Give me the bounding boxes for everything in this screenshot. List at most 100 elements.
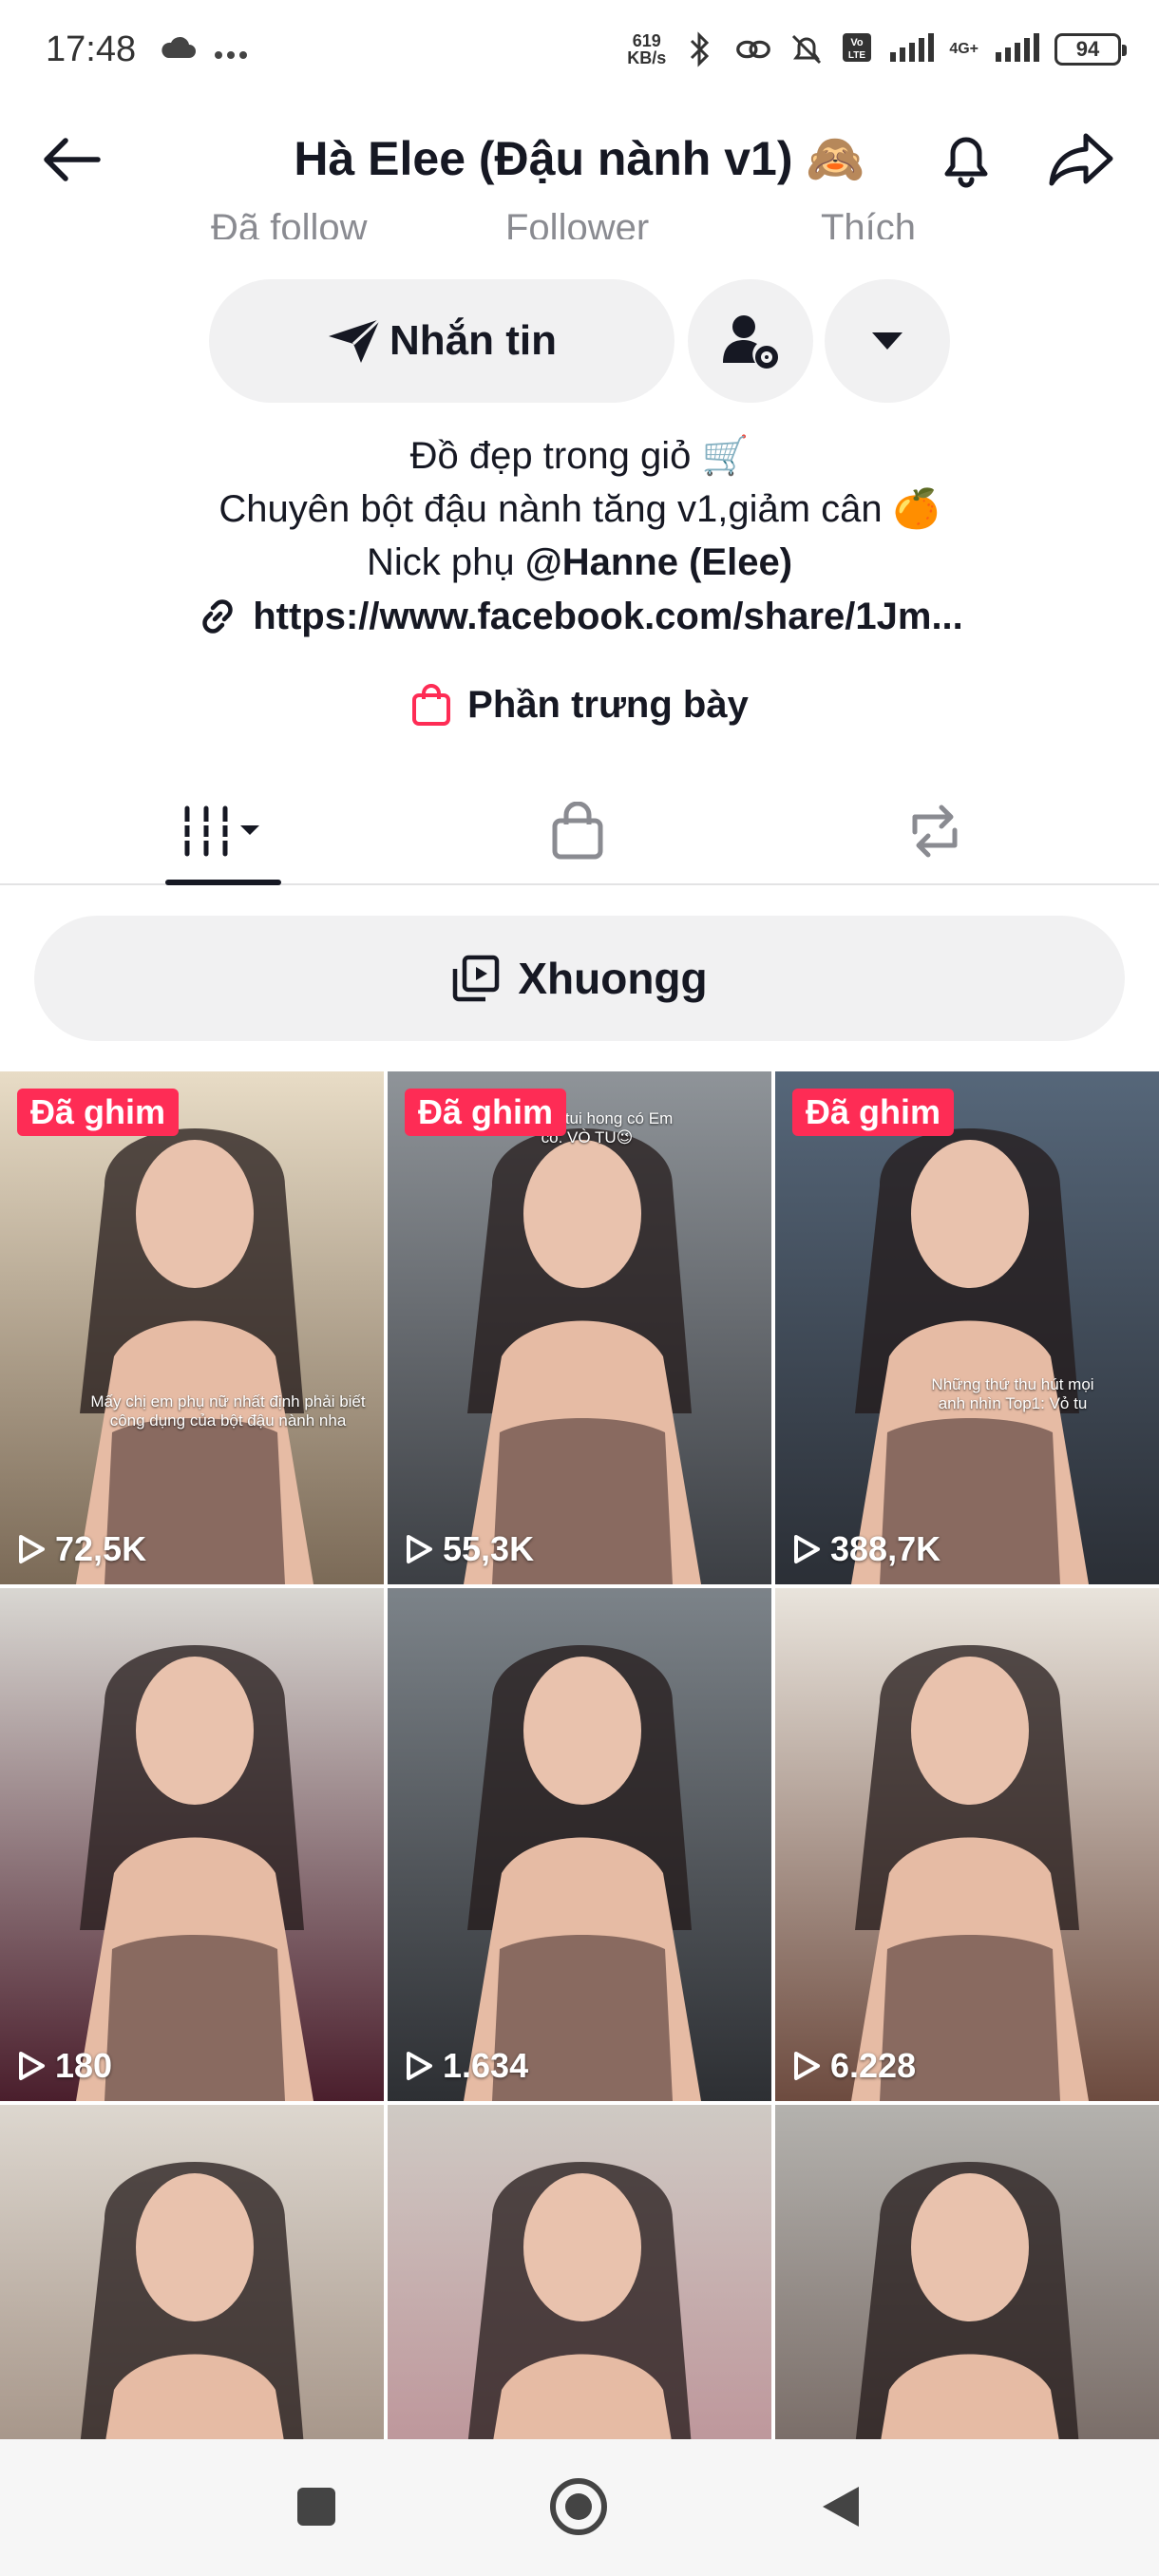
status-time: 17:48 — [46, 28, 137, 69]
play-icon — [794, 1535, 820, 1563]
home-circle-icon — [550, 2478, 607, 2535]
play-icon — [19, 2052, 45, 2080]
play-icon — [794, 2052, 820, 2080]
recents-button[interactable] — [283, 2473, 350, 2540]
view-count: 388,7K — [792, 1529, 940, 1569]
playlist-icon — [453, 955, 500, 1002]
repost-icon — [912, 805, 958, 858]
view-count: 180 — [17, 2046, 112, 2086]
message-button[interactable]: Nhắn tin — [209, 279, 674, 403]
video-caption: Mấy chị em phụ nữ nhất định phải biết cô… — [90, 1392, 366, 1430]
profile-tabs — [0, 779, 1159, 885]
tab-reposts[interactable] — [840, 779, 1030, 883]
bio-line-1: Đồ đẹp trong giỏ 🛒 — [409, 435, 750, 477]
person-silhouette — [855, 2162, 1079, 2439]
shopping-bag-icon — [552, 802, 603, 860]
video-tile[interactable]: Ai gì mà tui hong có Em có: VÒ TU😉 Đã ghi… — [388, 1071, 771, 1584]
system-navigation-bar — [0, 2439, 1159, 2576]
pinned-badge: Đã ghim — [792, 1089, 955, 1136]
profile-link[interactable]: https://www.facebook.com/share/1Jm... — [0, 595, 1159, 638]
view-count-text: 6.228 — [830, 2046, 917, 2085]
system-back-button[interactable] — [808, 2473, 874, 2540]
person-silhouette — [464, 1128, 701, 1584]
link-icon — [202, 599, 233, 634]
pinned-badge: Đã ghim — [405, 1089, 567, 1136]
share-arrow-icon — [1049, 133, 1113, 186]
battery-indicator: 94 — [1054, 33, 1127, 66]
person-silhouette — [76, 1128, 314, 1584]
home-button[interactable] — [545, 2473, 612, 2540]
video-tile[interactable]: Những thứ thu hút mọi anh nhìn Top1: Vỏ … — [775, 1071, 1159, 1584]
grid-icon — [181, 805, 259, 857]
person-silhouette — [851, 1128, 1089, 1584]
caret-down-icon — [872, 332, 902, 350]
user-settings-button[interactable] — [688, 279, 813, 403]
signal-icon-2 — [994, 32, 1039, 66]
video-tile[interactable]: 1.634 — [388, 1588, 771, 2101]
bio-line-3: Nick phụ @Hanne (Elee) — [366, 541, 793, 583]
tab-shop[interactable] — [483, 779, 673, 883]
bell-off-icon — [788, 30, 826, 68]
followers-label: Follower — [505, 211, 650, 239]
square-icon — [297, 2488, 335, 2526]
showcase-link[interactable]: Phần trưng bày — [0, 682, 1159, 728]
more-notifications-icon — [214, 31, 248, 68]
view-count: 55,3K — [405, 1529, 534, 1569]
video-grid: Mấy chị em phụ nữ nhất định phải biết cô… — [0, 1071, 1159, 2439]
video-tile[interactable] — [775, 2105, 1159, 2439]
profile-link-text: https://www.facebook.com/share/1Jm... — [253, 595, 963, 637]
svg-text:Vo: Vo — [851, 37, 864, 48]
secondary-account-handle[interactable]: @Hanne (Elee) — [525, 541, 792, 583]
view-count-text: 72,5K — [55, 1529, 147, 1568]
shopping-bag-icon — [412, 684, 451, 726]
user-gear-icon — [723, 315, 778, 369]
view-count: 6.228 — [792, 2046, 916, 2086]
signal-icon — [888, 32, 935, 66]
view-count: 1.634 — [405, 2046, 528, 2086]
person-silhouette — [851, 1645, 1089, 2101]
video-tile[interactable]: 180 — [0, 1588, 384, 2101]
share-button[interactable] — [1043, 125, 1119, 192]
play-icon — [407, 1535, 432, 1563]
view-count-text: 180 — [55, 2046, 113, 2085]
status-bar: 17:48 619 KB/s Vo LTE 4G+ 94 — [0, 0, 1159, 99]
video-tile[interactable]: Mấy chị em phụ nữ nhất định phải biết cô… — [0, 1071, 384, 1584]
bell-icon — [944, 137, 988, 188]
active-tab-indicator — [165, 880, 281, 885]
person-silhouette — [467, 2162, 692, 2439]
bio-line-2: Chuyên bột đậu nành tăng v1,giảm cân 🍊 — [218, 488, 940, 530]
video-tile[interactable] — [0, 2105, 384, 2439]
person-silhouette — [76, 1645, 314, 2101]
person-silhouette — [464, 1645, 701, 2101]
triangle-back-icon — [823, 2487, 859, 2527]
video-caption: Những thứ thu hút mọi anh nhìn Top1: Vỏ … — [931, 1375, 1094, 1412]
send-icon — [329, 317, 382, 363]
message-label: Nhắn tin — [390, 317, 557, 364]
svg-text:LTE: LTE — [848, 50, 865, 61]
pinned-badge: Đã ghim — [17, 1089, 180, 1136]
hotspot-link-icon — [734, 30, 772, 68]
notification-button[interactable] — [933, 125, 999, 192]
showcase-label: Phần trưng bày — [467, 683, 749, 726]
tab-videos[interactable] — [127, 779, 317, 883]
profile-bio: Đồ đẹp trong giỏ 🛒 Chuyên bột đậu nành t… — [0, 429, 1159, 589]
more-dropdown-button[interactable] — [825, 279, 950, 403]
view-count: 72,5K — [17, 1529, 146, 1569]
volte-icon: Vo LTE — [841, 31, 873, 68]
video-tile[interactable] — [388, 2105, 771, 2439]
stats-labels: Đã follow Follower Thích — [0, 211, 1159, 239]
likes-label: Thích — [821, 211, 917, 239]
network-speed: 619 KB/s — [627, 31, 667, 67]
view-count-text: 388,7K — [830, 1529, 941, 1568]
cloud-icon — [159, 31, 197, 68]
play-icon — [407, 2052, 432, 2080]
playlist-chip[interactable]: Xhuongg — [34, 916, 1125, 1041]
playlist-label: Xhuongg — [518, 954, 708, 1003]
network-type: 4G+ — [949, 41, 978, 57]
person-silhouette — [80, 2162, 304, 2439]
profile-header: Hà Elee (Đậu nành v1) 🙈 — [0, 104, 1159, 211]
bluetooth-icon — [681, 30, 719, 68]
play-icon — [19, 1535, 45, 1563]
view-count-text: 55,3K — [443, 1529, 535, 1568]
video-tile[interactable]: 6.228 — [775, 1588, 1159, 2101]
